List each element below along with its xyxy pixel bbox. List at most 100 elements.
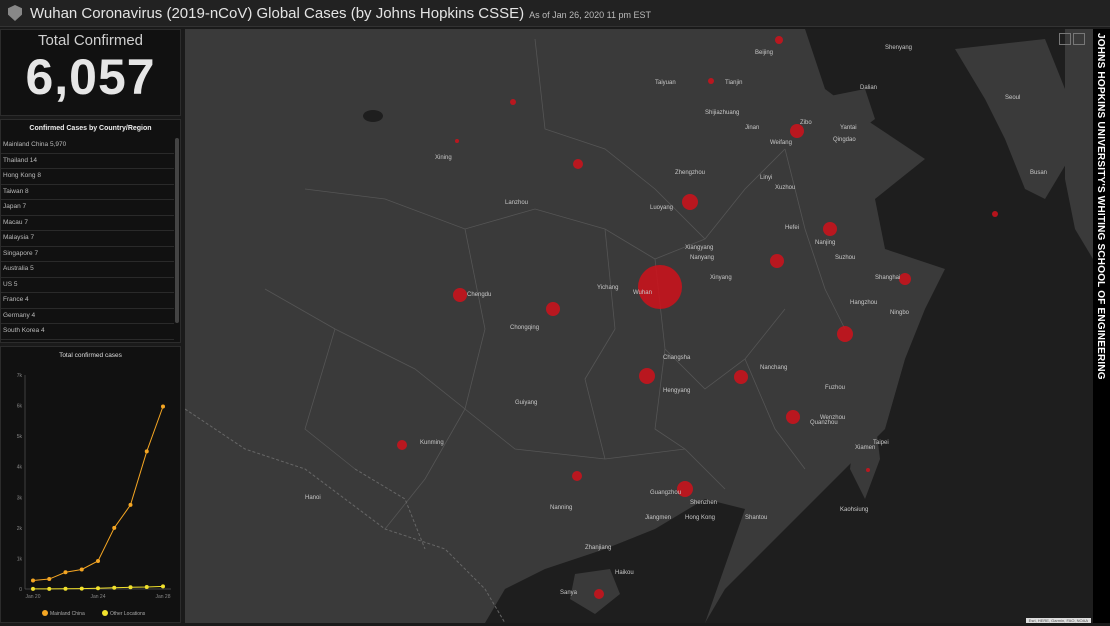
chart-title: Total confirmed cases bbox=[59, 352, 122, 359]
y-tick-label: 3k bbox=[17, 495, 23, 501]
map-city-label: Guiyang bbox=[515, 400, 537, 406]
map-city-label: Zibo bbox=[800, 120, 812, 126]
country-row[interactable]: Hong Kong 8 bbox=[1, 169, 174, 185]
y-tick-label: 1k bbox=[17, 556, 23, 562]
bubble-hainan bbox=[594, 589, 604, 599]
x-tick-label: Jan 20 bbox=[25, 594, 40, 600]
bubble-shaanxi bbox=[573, 159, 583, 169]
total-confirmed-panel: Total Confirmed 6,057 bbox=[0, 29, 181, 116]
bubble-qinghai bbox=[455, 139, 459, 143]
map-city-label: Shantou bbox=[745, 515, 767, 521]
country-row[interactable]: France 4 bbox=[1, 293, 174, 309]
map-city-label: Jinan bbox=[745, 125, 759, 131]
total-confirmed-label: Total Confirmed bbox=[37, 32, 144, 49]
map-city-label: Luoyang bbox=[650, 205, 673, 211]
page-title: Wuhan Coronavirus (2019-nCoV) Global Cas… bbox=[30, 4, 525, 22]
map-city-label: Fuzhou bbox=[825, 385, 845, 391]
map-city-label: Jiangmen bbox=[645, 515, 671, 521]
map-city-label: Xinyang bbox=[710, 275, 732, 281]
title-bar: Wuhan Coronavirus (2019-nCoV) Global Cas… bbox=[0, 0, 1110, 27]
bubble-chongqing bbox=[546, 302, 560, 316]
map-city-label: Tianjin bbox=[725, 80, 742, 86]
map-city-label: Taiyuan bbox=[655, 80, 676, 86]
map-city-label: Busan bbox=[1030, 170, 1047, 176]
y-tick-label: 6k bbox=[17, 404, 23, 410]
bubble-zhejiang bbox=[837, 326, 853, 342]
bubble-sichuan bbox=[453, 288, 467, 302]
map-city-label: Hangzhou bbox=[850, 300, 877, 306]
layer-toggle-icon[interactable] bbox=[1073, 33, 1085, 45]
data-point bbox=[31, 578, 35, 583]
data-point bbox=[47, 586, 52, 591]
legend-swatch bbox=[42, 610, 48, 616]
data-point bbox=[31, 586, 35, 591]
legend-swatch bbox=[102, 610, 108, 616]
map-city-label: Zhengzhou bbox=[675, 170, 705, 176]
country-row[interactable]: Japan 7 bbox=[1, 200, 174, 216]
jhu-credit-text: JOHNS HOPKINS UNIVERSITY'S WHITING SCHOO… bbox=[1095, 33, 1106, 380]
bubble-korea bbox=[992, 211, 998, 217]
data-point bbox=[79, 567, 84, 572]
country-list-heading: Confirmed Cases by Country/Region bbox=[29, 125, 152, 132]
data-point bbox=[161, 404, 165, 409]
lake bbox=[363, 110, 383, 122]
data-point bbox=[144, 585, 149, 590]
country-row[interactable]: Malaysia 7 bbox=[1, 231, 174, 247]
data-point bbox=[96, 558, 100, 563]
country-row[interactable]: Germany 4 bbox=[1, 309, 174, 324]
map-city-label: Suzhou bbox=[835, 255, 855, 261]
x-tick-label: Jan 28 bbox=[155, 594, 170, 600]
case-map[interactable]: Beijing Tianjin Taiyuan Shijiazhuang Jinan Zi… bbox=[185, 29, 1093, 623]
country-row[interactable]: Mainland China 5,970 bbox=[1, 138, 174, 154]
country-list-scrollbar[interactable] bbox=[175, 138, 179, 323]
data-point bbox=[112, 585, 117, 590]
chart-panel: Total confirmed cases 0 1k 2k 3k 4k 5k 6k 7k Jan… bbox=[0, 346, 181, 623]
data-point bbox=[112, 525, 117, 530]
jhu-sidebar: JOHNS HOPKINS UNIVERSITY'S WHITING SCHOO… bbox=[1093, 29, 1110, 623]
bubble-jiangsu bbox=[770, 254, 784, 268]
map-city-label: Yantai bbox=[840, 125, 857, 131]
bubble-taiwan bbox=[866, 468, 870, 472]
map-city-label: Taipei bbox=[873, 440, 889, 446]
map-city-label: Zhanjiang bbox=[585, 545, 611, 551]
country-row[interactable]: Taiwan 8 bbox=[1, 185, 174, 200]
country-row[interactable]: Singapore 7 bbox=[1, 247, 174, 262]
country-list: Mainland China 5,970 Thailand 14 Hong Kong… bbox=[1, 138, 174, 343]
bubble-anhui bbox=[823, 222, 837, 236]
data-point bbox=[47, 577, 52, 582]
map-city-label: Nanchang bbox=[760, 365, 787, 371]
country-borders bbox=[185, 408, 506, 623]
country-row[interactable]: Canada 2 bbox=[1, 340, 174, 343]
map-city-label: Guangzhou bbox=[650, 490, 681, 496]
y-tick-label: 4k bbox=[17, 465, 23, 471]
bubble-wuhan bbox=[638, 265, 682, 309]
y-tick-label: 0 bbox=[19, 587, 22, 593]
data-point bbox=[128, 502, 133, 507]
country-list-panel: Confirmed Cases by Country/Region Mainla… bbox=[0, 119, 181, 343]
map-city-label: Shenyang bbox=[885, 45, 912, 51]
country-row[interactable]: Australia 5 bbox=[1, 262, 174, 278]
country-row[interactable]: Macau 7 bbox=[1, 216, 174, 231]
basemap-toggle-icon[interactable] bbox=[1059, 33, 1071, 45]
country-row[interactable]: US 5 bbox=[1, 278, 174, 293]
data-point bbox=[63, 586, 68, 591]
map-city-label: Beijing bbox=[755, 50, 773, 56]
map-city-label: Hanoi bbox=[305, 495, 321, 501]
map-city-label: Ningbo bbox=[890, 310, 910, 316]
map-city-label: Nanjing bbox=[815, 240, 835, 246]
map-city-label: Kunming bbox=[420, 440, 444, 446]
y-tick-label: 5k bbox=[17, 434, 23, 440]
map-city-label: Kaohsiung bbox=[840, 507, 868, 513]
map-city-label: Lanzhou bbox=[505, 200, 528, 206]
bubble-hunan bbox=[639, 368, 655, 384]
data-point bbox=[63, 570, 68, 575]
bubble-gansu bbox=[510, 99, 516, 105]
map-city-label: Xining bbox=[435, 155, 452, 161]
jhu-shield-icon bbox=[8, 5, 22, 21]
country-row[interactable]: South Korea 4 bbox=[1, 324, 174, 340]
map-attribution: Esri, HERE, Garmin, FAO, NOAA bbox=[1025, 618, 1091, 623]
map-city-label: Yichang bbox=[597, 285, 618, 291]
country-row[interactable]: Thailand 14 bbox=[1, 154, 174, 169]
bubble-henan bbox=[682, 194, 698, 210]
data-point bbox=[144, 449, 149, 454]
